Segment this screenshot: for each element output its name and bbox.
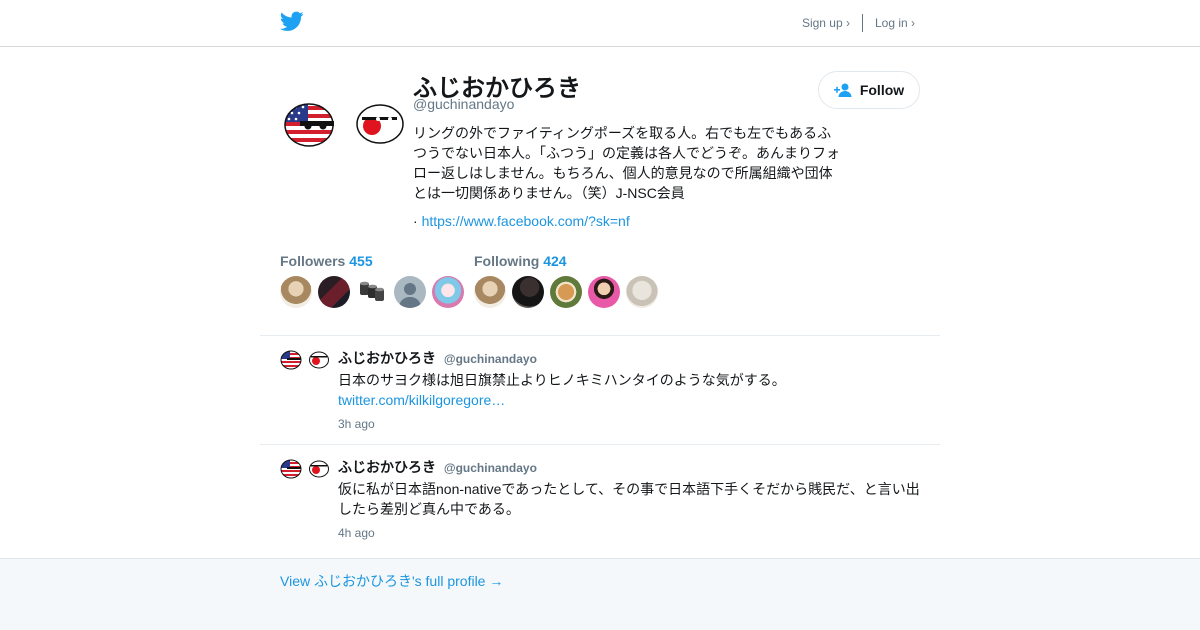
add-user-icon [833,83,852,97]
tweet-author-handle: @guchinandayo [443,461,537,475]
tweet-author[interactable]: ふじおかひろき @guchinandayo [338,348,537,368]
stats-section: Followers 455 Following 424 [280,253,920,313]
login-link[interactable]: Log in › [875,16,915,30]
follow-label: Follow [859,82,905,98]
tweet-timestamp[interactable]: 4h ago [338,526,375,540]
tweet-avatar[interactable] [280,459,330,479]
following-avatar[interactable] [512,276,544,308]
following-avatar[interactable] [588,276,620,308]
profile-avatar[interactable] [280,100,406,150]
tweet-timestamp[interactable]: 3h ago [338,417,375,431]
following-block: Following 424 [474,253,658,308]
follower-avatar[interactable] [280,276,312,308]
japan-ball-icon [356,104,404,144]
tweet-author-name: ふじおかひろき [338,350,436,366]
auth-links: Sign up › Log in › [802,14,915,32]
twitter-bird-icon[interactable] [280,11,304,32]
tweet-link[interactable]: twitter.com/kilkilgoregore… [338,392,505,408]
tweet-author[interactable]: ふじおかひろき @guchinandayo [338,457,537,477]
profile-bio: リングの外でファイティングポーズを取る人。右でも左でもあるふつうでない日本人。「… [413,125,840,201]
following-avatars [474,276,658,308]
top-bar: Sign up › Log in › [0,0,1200,47]
tweet-text: 仮に私が日本語non-nativeであったとして、その事で日本語下手くそだから賎… [338,481,920,517]
signup-link[interactable]: Sign up › [802,16,850,30]
full-profile-link[interactable]: View ふじおかひろき's full profile → [280,571,503,591]
follower-avatar[interactable] [356,276,388,308]
follower-avatar[interactable] [432,276,464,308]
profile-link-row: · https://www.facebook.com/?sk=nf [413,213,630,229]
tweet-author-name: ふじおかひろき [338,459,436,475]
follower-avatar[interactable] [318,276,350,308]
divider [260,335,940,336]
followers-avatars [280,276,464,308]
followers-block: Followers 455 [280,253,464,308]
following-stat[interactable]: Following 424 [474,253,658,269]
divider [861,14,863,32]
following-avatar[interactable] [550,276,582,308]
following-count: 424 [543,253,567,269]
following-label: Following [474,253,540,269]
following-avatar[interactable] [626,276,658,308]
profile-website-link[interactable]: https://www.facebook.com/?sk=nf [422,213,630,229]
tweet-author-handle: @guchinandayo [443,352,537,366]
profile-handle[interactable]: @guchinandayo [413,96,514,112]
following-avatar[interactable] [474,276,506,308]
followers-label: Followers [280,253,346,269]
divider [260,444,940,445]
followers-count: 455 [349,253,373,269]
tweet-body: 日本のサヨク様は旭日旗禁止よりヒノキミハンタイのような気がする。 [338,372,786,388]
footer: View ふじおかひろき's full profile → [0,558,1200,630]
follow-button[interactable]: Follow [818,71,920,109]
default-avatar-icon[interactable] [394,276,426,308]
followers-stat[interactable]: Followers 455 [280,253,464,269]
link-separator: · [413,213,418,229]
tweet-avatar[interactable] [280,350,330,370]
usa-ball-icon [284,103,334,147]
tweet-text: 日本のサヨク様は旭日旗禁止よりヒノキミハンタイのような気がする。 twitter.… [338,370,928,410]
